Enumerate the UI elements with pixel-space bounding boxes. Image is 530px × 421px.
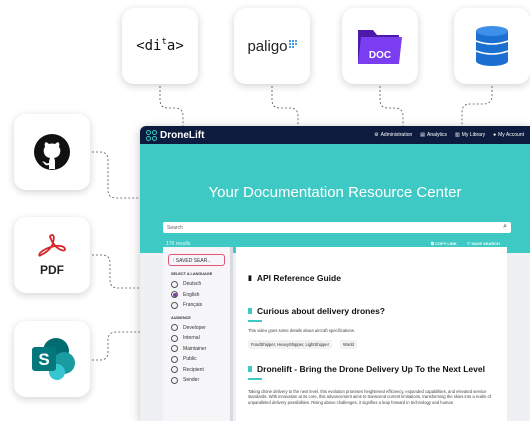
nav-administration-label: Administration bbox=[380, 132, 413, 138]
nav-my-library[interactable]: ▥ My Library bbox=[455, 132, 485, 138]
audience-option-maintainer[interactable]: Maintainer bbox=[171, 344, 230, 355]
language-option-deutsch[interactable]: Deutsch bbox=[171, 279, 230, 290]
audience-group-title: AUDIENCE bbox=[171, 315, 191, 320]
audience-option-sender[interactable]: Sender bbox=[171, 375, 230, 386]
audience-label: Public bbox=[183, 356, 197, 363]
database-icon bbox=[475, 26, 509, 66]
radio-button[interactable] bbox=[171, 366, 178, 374]
app-window: DroneLift ⚙ Administration ▤ Analytics ▥ My… bbox=[140, 126, 530, 421]
chart-icon: ▤ bbox=[420, 132, 426, 138]
result-title-api[interactable]: ▮ API Reference Guide bbox=[248, 273, 495, 283]
nav-administration[interactable]: ⚙ Administration bbox=[374, 132, 412, 138]
dita-logo: <di t a> bbox=[136, 37, 184, 54]
radio-button[interactable] bbox=[171, 324, 178, 332]
radio-button[interactable] bbox=[171, 376, 178, 384]
pin-icon: ⁞ bbox=[173, 258, 175, 264]
result-title-dronelift[interactable]: Dronelift - Bring the Drone Delivery Up … bbox=[248, 364, 495, 374]
results-list: ▮ API Reference Guide Curious about deliv… bbox=[236, 247, 507, 421]
paligo-dots-icon bbox=[288, 39, 297, 48]
dita-logo-text: <di bbox=[136, 38, 162, 54]
language-label: Deutsch bbox=[183, 281, 202, 288]
dita-logo-t: t bbox=[161, 37, 167, 47]
tag[interactable]: World bbox=[340, 340, 357, 350]
hero-banner: Your Documentation Resource Center Searc… bbox=[140, 144, 530, 253]
svg-text:S: S bbox=[38, 350, 49, 369]
audience-label: Recipient bbox=[183, 366, 204, 373]
save-search-button[interactable]: ♡ SAVE SEARCH bbox=[467, 241, 500, 246]
tag[interactable]: FoodShipper, HeavyShipper, LightShipper bbox=[248, 340, 332, 350]
audience-option-internal[interactable]: Internal bbox=[171, 333, 230, 344]
result-title-text: Dronelift - Bring the Drone Delivery Up … bbox=[257, 364, 485, 375]
copy-link-button[interactable]: ⧉ COPY LINK bbox=[431, 241, 457, 246]
radio-button[interactable] bbox=[171, 334, 178, 342]
sharepoint-icon: S bbox=[32, 338, 75, 380]
language-label: English bbox=[183, 291, 200, 298]
search-actions: ⧉ COPY LINK ♡ SAVE SEARCH bbox=[431, 241, 500, 246]
nav-my-account-label: My Account bbox=[498, 132, 524, 138]
radio-button[interactable] bbox=[171, 355, 178, 363]
paligo-logo-text: paligo bbox=[247, 37, 288, 55]
drone-logo-icon bbox=[146, 129, 157, 141]
search-placeholder: Search bbox=[167, 225, 183, 231]
bookmark-icon bbox=[248, 366, 252, 373]
audience-label: Maintainer bbox=[183, 345, 207, 352]
language-option-francais[interactable]: Français bbox=[171, 300, 230, 311]
paligo-logo: paligo bbox=[247, 37, 297, 55]
doc-label: DOC bbox=[368, 50, 392, 61]
doc-folder-icon bbox=[358, 30, 402, 64]
saved-searches-button[interactable]: ⁞ SAVED SEAR.. bbox=[168, 254, 225, 266]
result-title-text: API Reference Guide bbox=[256, 273, 341, 283]
nav-my-library-label: My Library bbox=[461, 132, 486, 138]
audience-option-recipient[interactable]: Recipient bbox=[171, 365, 230, 376]
pin-icon: ▮ bbox=[248, 275, 252, 282]
pdf-label: PDF bbox=[40, 263, 64, 277]
search-input[interactable]: Search ⌕ bbox=[163, 222, 511, 233]
library-icon: ▥ bbox=[455, 132, 460, 138]
radio-button[interactable] bbox=[171, 280, 178, 288]
radio-button[interactable] bbox=[171, 301, 178, 309]
github-tile[interactable] bbox=[14, 114, 90, 190]
saved-searches-label: SAVED SEAR.. bbox=[175, 258, 211, 264]
nav-analytics[interactable]: ▤ Analytics bbox=[420, 132, 447, 138]
nav-my-account[interactable]: ● My Account bbox=[493, 132, 524, 138]
search-icon[interactable]: ⌕ bbox=[503, 223, 507, 231]
nav-links: ⚙ Administration ▤ Analytics ▥ My Library ●… bbox=[374, 132, 524, 138]
hero-title: Your Documentation Resource Center bbox=[208, 184, 462, 201]
content-area: ⁞ SAVED SEAR.. SELECT A LANGUAGE Deutsch… bbox=[140, 247, 530, 421]
brand-name: DroneLift bbox=[160, 129, 205, 141]
database-tile[interactable] bbox=[454, 8, 530, 84]
user-icon: ● bbox=[493, 132, 497, 138]
audience-option-public[interactable]: Public bbox=[171, 354, 230, 365]
language-group-title: SELECT A LANGUAGE bbox=[171, 272, 213, 276]
doc-tile[interactable]: DOC bbox=[342, 8, 418, 84]
dita-logo-text-2: a> bbox=[166, 38, 184, 54]
gear-icon: ⚙ bbox=[374, 132, 379, 138]
top-navbar: DroneLift ⚙ Administration ▤ Analytics ▥ My… bbox=[140, 126, 530, 144]
nav-analytics-label: Analytics bbox=[427, 132, 448, 138]
dita-tile[interactable]: <di t a> bbox=[122, 8, 198, 84]
language-option-english[interactable]: English bbox=[171, 290, 230, 301]
radio-button-selected[interactable] bbox=[171, 291, 178, 299]
result-title-drones[interactable]: Curious about delivery drones? bbox=[248, 306, 495, 316]
github-icon bbox=[34, 134, 70, 170]
sharepoint-tile[interactable]: S bbox=[14, 321, 90, 397]
brand[interactable]: DroneLift bbox=[146, 129, 205, 141]
audience-option-developer[interactable]: Developer bbox=[171, 323, 230, 334]
audience-label: Developer bbox=[183, 324, 206, 331]
audience-label: Sender bbox=[183, 377, 200, 384]
result-tags: FoodShipper, HeavyShipper, LightShipper W… bbox=[248, 340, 495, 350]
result-description: Taking drone delivery to the next level,… bbox=[248, 388, 491, 405]
save-search-label: SAVE SEARCH bbox=[471, 241, 500, 246]
pdf-tile[interactable]: PDF bbox=[14, 217, 90, 293]
paligo-tile[interactable]: paligo bbox=[234, 8, 310, 84]
copy-link-label: COPY LINK bbox=[434, 241, 457, 246]
bookmark-icon bbox=[248, 308, 252, 314]
audience-label: Internal bbox=[183, 335, 200, 342]
result-title-text: Curious about delivery drones? bbox=[257, 306, 385, 316]
acrobat-icon bbox=[38, 234, 66, 257]
radio-button[interactable] bbox=[171, 345, 178, 353]
filter-sidebar: ⁞ SAVED SEAR.. SELECT A LANGUAGE Deutsch… bbox=[163, 247, 233, 421]
language-label: Français bbox=[183, 302, 203, 309]
